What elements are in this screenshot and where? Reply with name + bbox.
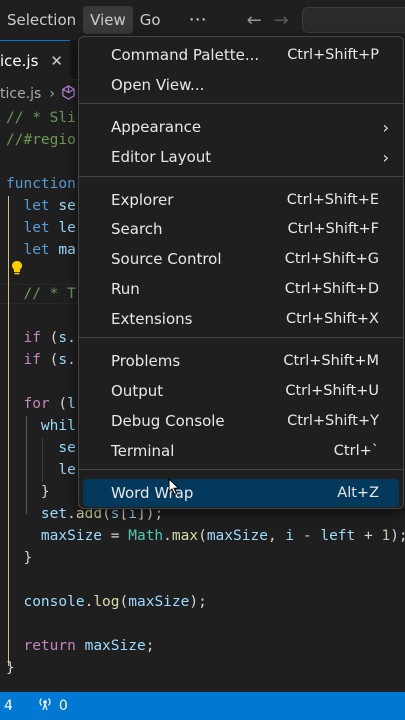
menu-item-label: Run <box>111 280 140 298</box>
menu-item-editor-layout[interactable]: Editor Layout › <box>83 143 399 171</box>
menu-item-word-wrap[interactable]: Word Wrap Alt+Z <box>83 479 399 507</box>
lightbulb-icon[interactable] <box>10 260 24 276</box>
menu-item-label: Debug Console <box>111 412 225 430</box>
menu-separator <box>79 176 403 177</box>
menu-item-shortcut: Ctrl+Shift+P <box>287 47 379 63</box>
breadcrumb-file[interactable]: tice.js <box>0 86 41 102</box>
menu-item-label: Word Wrap <box>111 484 194 502</box>
chevron-right-icon: › <box>49 86 55 102</box>
code-line[interactable]: function <box>6 174 76 194</box>
status-left-item[interactable]: 4 <box>4 698 13 714</box>
view-menu-dropdown: Command Palette... Ctrl+Shift+P Open View.… <box>78 36 404 509</box>
menu-item-shortcut: Ctrl+Shift+G <box>284 251 379 267</box>
code-line[interactable]: maxSize = Math.max(maxSize, i - left + 1… <box>6 526 405 546</box>
menu-item-debug-console[interactable]: Debug Console Ctrl+Shift+Y <box>83 407 399 435</box>
code-line[interactable]: //#regio <box>6 130 76 150</box>
menu-item-shortcut: Ctrl+Shift+D <box>284 281 379 297</box>
tab-label: ice.js <box>0 51 39 70</box>
menu-item-label: Source Control <box>111 250 222 268</box>
menu-item-open-view[interactable]: Open View... <box>83 71 399 99</box>
back-arrow-icon[interactable]: ← <box>247 10 262 31</box>
ports-broadcast-icon[interactable] <box>37 697 53 715</box>
chevron-right-icon: › <box>382 147 389 167</box>
code-line[interactable]: // * Sli <box>6 108 76 128</box>
menu-item-label: Editor Layout <box>111 148 212 166</box>
more-menus-icon[interactable]: ⋯ <box>182 6 215 34</box>
code-line[interactable]: let ma <box>6 240 75 260</box>
menu-item-shortcut: Ctrl+Shift+Y <box>287 413 379 429</box>
code-line[interactable]: for (l <box>6 394 75 414</box>
menu-view[interactable]: View <box>83 6 133 34</box>
menu-item-label: Appearance <box>111 118 202 136</box>
code-line[interactable]: whil <box>6 416 76 436</box>
code-line[interactable]: le <box>6 460 75 480</box>
code-line[interactable]: // * T <box>6 284 75 304</box>
menu-item-shortcut: Alt+Z <box>337 485 379 501</box>
menu-go[interactable]: Go <box>133 6 168 34</box>
menu-item-appearance[interactable]: Appearance › <box>83 113 399 141</box>
menu-item-run[interactable]: Run Ctrl+Shift+D <box>83 275 399 303</box>
menu-item-shortcut: Ctrl+` <box>333 443 379 459</box>
menu-item-extensions[interactable]: Extensions Ctrl+Shift+X <box>83 305 399 333</box>
menu-item-explorer[interactable]: Explorer Ctrl+Shift+E <box>83 186 399 214</box>
code-line[interactable]: if (s. <box>6 328 75 348</box>
code-line[interactable]: let se <box>6 196 75 216</box>
menu-item-search[interactable]: Search Ctrl+Shift+F <box>83 215 399 243</box>
menu-selection[interactable]: Selection <box>0 6 83 34</box>
code-line[interactable]: } <box>6 548 32 568</box>
menu-item-label: Output <box>111 382 164 400</box>
menu-item-problems[interactable]: Problems Ctrl+Shift+M <box>83 347 399 375</box>
menu-item-label: Problems <box>111 352 181 370</box>
editor-tab[interactable]: ice.js ✕ <box>0 40 70 80</box>
status-bar: 4 0 <box>0 692 405 720</box>
code-line[interactable]: } <box>6 482 50 502</box>
menu-separator <box>79 469 403 470</box>
code-line[interactable]: return maxSize; <box>6 636 154 656</box>
code-line[interactable]: if (s. <box>6 350 75 370</box>
menu-item-shortcut: Ctrl+Shift+U <box>285 383 379 399</box>
mouse-cursor-icon <box>168 477 180 496</box>
menu-item-shortcut: Ctrl+Shift+X <box>286 311 379 327</box>
code-line[interactable]: let le <box>6 218 75 238</box>
menu-bar: Selection View Go ⋯ ← → <box>0 0 405 40</box>
menu-item-label: Extensions <box>111 310 193 328</box>
menu-separator <box>79 103 403 104</box>
forward-arrow-icon[interactable]: → <box>274 10 289 31</box>
menu-item-shortcut: Ctrl+Shift+M <box>283 353 379 369</box>
ports-count: 0 <box>58 698 68 714</box>
code-line[interactable]: } <box>6 658 15 678</box>
code-line[interactable]: console.log(maxSize); <box>6 592 206 612</box>
menu-item-label: Open View... <box>111 76 205 94</box>
menu-item-label: Search <box>111 220 163 238</box>
command-center-search[interactable] <box>302 7 405 33</box>
symbol-cube-icon[interactable] <box>61 84 76 104</box>
menu-item-shortcut: Ctrl+Shift+E <box>286 192 379 208</box>
menu-item-label: Terminal <box>111 442 175 460</box>
menu-item-label: Explorer <box>111 191 174 209</box>
menu-separator <box>79 337 403 338</box>
menu-item-command-palette[interactable]: Command Palette... Ctrl+Shift+P <box>83 41 399 69</box>
menu-item-source-control[interactable]: Source Control Ctrl+Shift+G <box>83 245 399 273</box>
menu-item-shortcut: Ctrl+Shift+F <box>287 221 379 237</box>
menu-item-terminal[interactable]: Terminal Ctrl+` <box>83 437 399 465</box>
chevron-right-icon: › <box>382 117 389 137</box>
code-line[interactable]: se <box>6 438 75 458</box>
close-icon[interactable]: ✕ <box>50 52 63 70</box>
menu-item-label: Command Palette... <box>111 46 260 64</box>
menu-item-output[interactable]: Output Ctrl+Shift+U <box>83 377 399 405</box>
